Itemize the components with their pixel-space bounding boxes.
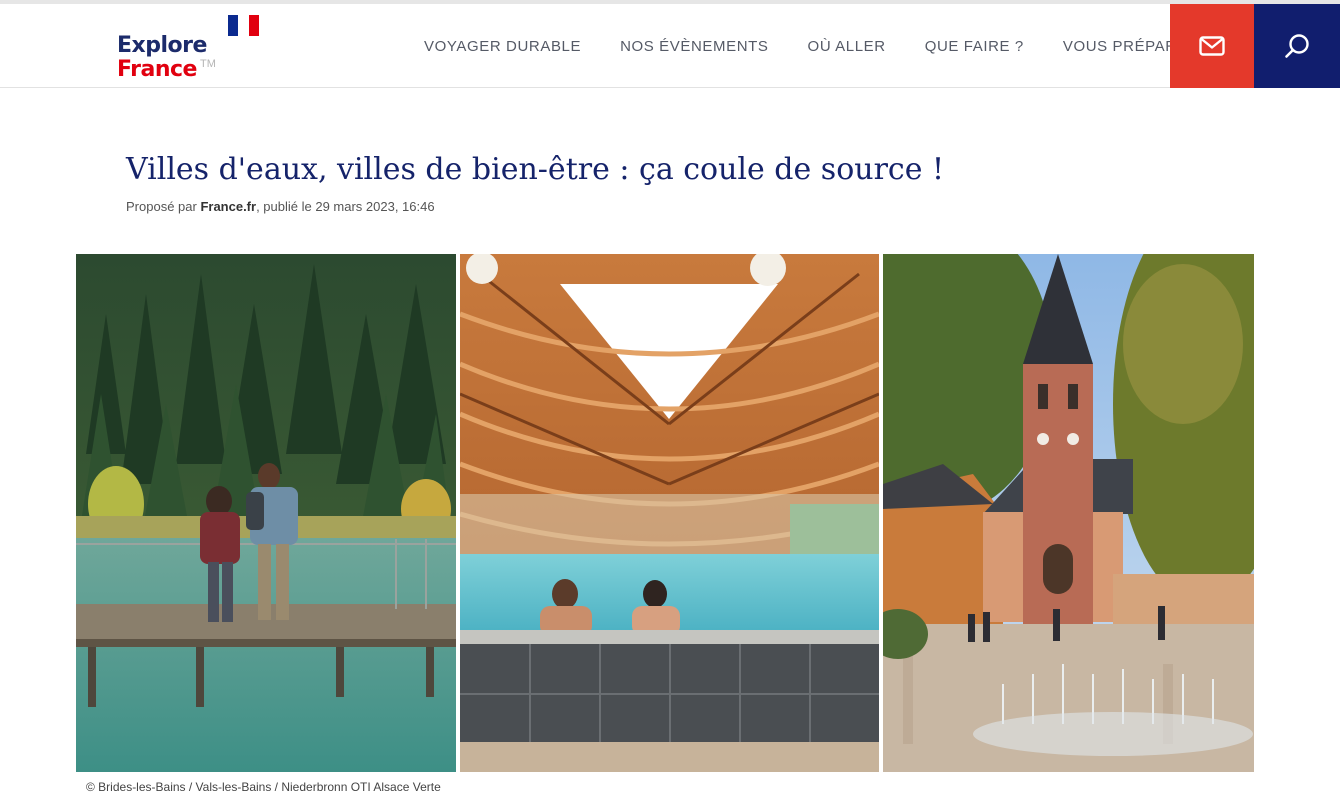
flag-red <box>248 15 259 36</box>
site-header: Explore France TM VOYAGER DURABLE NOS ÉV… <box>0 4 1340 88</box>
nav-que-faire[interactable]: QUE FAIRE ? <box>925 38 1024 55</box>
search-icon <box>1285 34 1309 58</box>
flag-white <box>238 15 249 36</box>
flag-blue <box>228 15 239 36</box>
photo-thermal-spa <box>460 254 879 772</box>
article-title: Villes d'eaux, villes de bien-être : ça … <box>126 152 945 187</box>
mail-icon <box>1199 36 1225 56</box>
logo-trademark: TM <box>200 58 216 70</box>
newsletter-button[interactable] <box>1170 4 1254 88</box>
photo-lake-boardwalk <box>76 254 456 772</box>
article-meta: Proposé par France.fr, publié le 29 mars… <box>126 199 435 214</box>
meta-prefix: Proposé par <box>126 199 201 214</box>
logo-line-1: Explore <box>117 33 207 58</box>
photo-credit: © Brides-les-Bains / Vals-les-Bains / Ni… <box>86 780 441 794</box>
nav-nos-evenements[interactable]: NOS ÉVÈNEMENTS <box>620 38 768 55</box>
nav-voyager-durable[interactable]: VOYAGER DURABLE <box>424 38 581 55</box>
author-link[interactable]: France.fr <box>200 199 256 214</box>
french-flag-icon <box>228 15 259 36</box>
logo-line-2: France <box>117 57 197 82</box>
nav-ou-aller[interactable]: OÙ ALLER <box>808 38 886 55</box>
explore-france-logo[interactable]: Explore France TM <box>117 34 267 86</box>
meta-date: , publié le 29 mars 2023, 16:46 <box>256 199 435 214</box>
search-button[interactable] <box>1254 4 1340 88</box>
photo-church-square <box>883 254 1254 772</box>
main-navigation: VOYAGER DURABLE NOS ÉVÈNEMENTS OÙ ALLER … <box>424 4 1199 88</box>
